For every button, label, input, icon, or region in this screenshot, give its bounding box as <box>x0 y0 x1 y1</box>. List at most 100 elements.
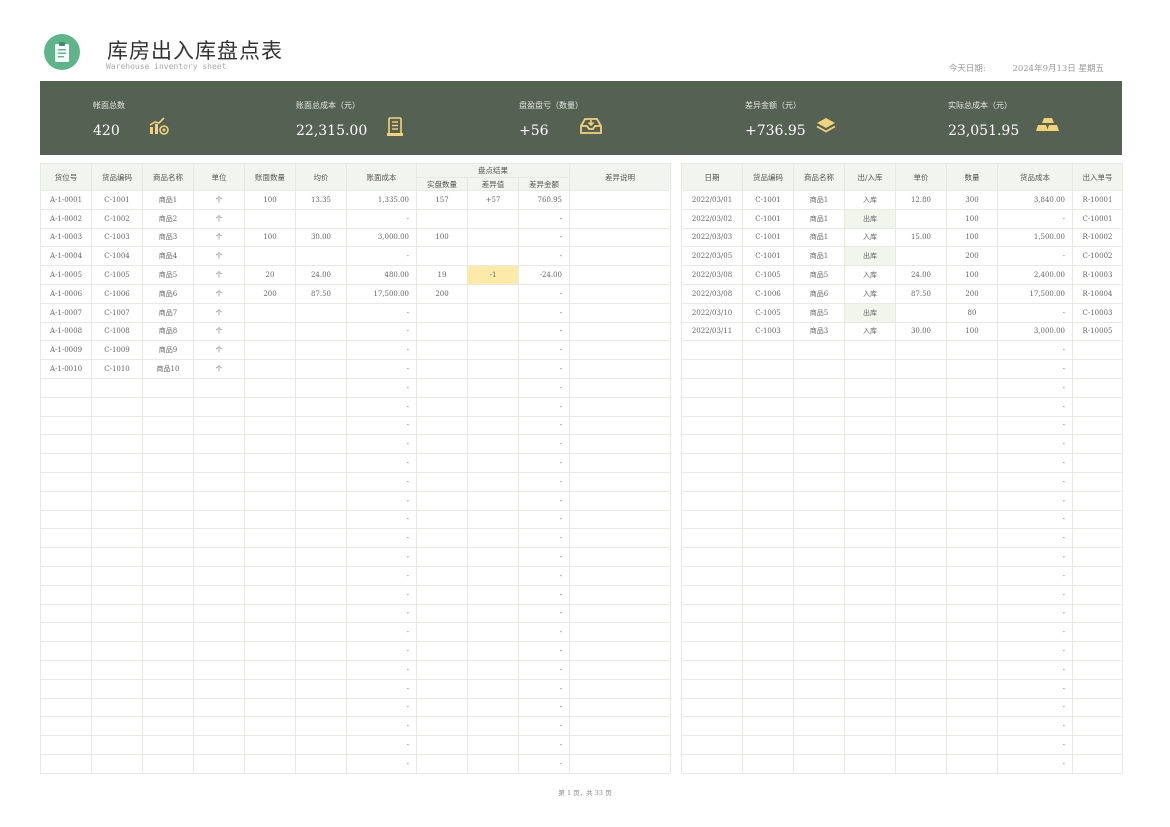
col-actual-qty[interactable]: 实盘数量 <box>416 177 468 191</box>
cell-unit[interactable]: 个 <box>193 208 245 229</box>
cell-unit[interactable] <box>193 735 245 755</box>
cell-diff-qty[interactable]: +57 <box>467 190 519 210</box>
cell-book-qty[interactable]: 20 <box>244 265 296 285</box>
cell-item-name[interactable] <box>142 396 194 417</box>
cell-item-code[interactable] <box>91 528 143 549</box>
cell-diff-note[interactable] <box>569 377 672 398</box>
cell-date[interactable] <box>681 697 743 718</box>
cell-date[interactable] <box>681 641 743 661</box>
col-diff-amount[interactable]: 差异金额 <box>517 177 571 191</box>
cell-actual-qty[interactable] <box>416 716 468 737</box>
cell-avg-price[interactable] <box>295 208 347 229</box>
cell-item-code[interactable]: C-1001 <box>742 190 794 210</box>
cell-item-code[interactable] <box>91 490 143 511</box>
cell-location[interactable] <box>40 753 92 774</box>
cell-item-code[interactable]: C-1006 <box>91 283 143 304</box>
cell-diff-note[interactable] <box>569 753 672 774</box>
cell-avg-price[interactable]: 30.00 <box>295 227 347 248</box>
cell-item-code[interactable] <box>91 735 143 755</box>
cell-item-code[interactable]: C-1006 <box>742 283 794 304</box>
cell-item-name[interactable] <box>793 697 845 718</box>
cell-item-code[interactable] <box>742 659 794 680</box>
cell-book-qty[interactable]: 200 <box>244 283 296 304</box>
cell-order-no[interactable] <box>1072 528 1123 549</box>
cell-order-no[interactable] <box>1072 396 1123 417</box>
cell-book-qty[interactable] <box>244 547 296 567</box>
cell-unit[interactable] <box>193 678 245 699</box>
cell-item-cost[interactable]: - <box>997 434 1073 455</box>
cell-item-code[interactable] <box>91 453 143 473</box>
cell-date[interactable] <box>681 716 743 737</box>
cell-book-qty[interactable] <box>244 565 296 586</box>
cell-item-code[interactable]: C-1001 <box>742 227 794 248</box>
cell-unit-price[interactable] <box>895 735 947 755</box>
cell-item-cost[interactable]: - <box>997 490 1073 511</box>
cell-avg-price[interactable] <box>295 490 347 511</box>
cell-unit-price[interactable] <box>895 377 947 398</box>
cell-location[interactable] <box>40 415 92 436</box>
cell-item-code[interactable]: C-1001 <box>742 208 794 229</box>
cell-diff-amount[interactable]: - <box>517 584 571 605</box>
cell-item-name[interactable]: 商品1 <box>142 190 194 210</box>
cell-order-no[interactable] <box>1072 735 1123 755</box>
cell-location[interactable] <box>40 603 92 624</box>
cell-unit-price[interactable] <box>895 415 947 436</box>
cell-order-no[interactable] <box>1072 359 1123 379</box>
cell-qty[interactable]: 200 <box>946 246 998 267</box>
cell-qty[interactable] <box>946 415 998 436</box>
cell-actual-qty[interactable] <box>416 735 468 755</box>
cell-date[interactable] <box>681 415 743 436</box>
cell-diff-note[interactable] <box>569 359 672 379</box>
cell-item-cost[interactable]: - <box>997 659 1073 680</box>
cell-item-cost[interactable]: - <box>997 246 1073 267</box>
col-item-name[interactable]: 商品名称 <box>142 163 194 191</box>
cell-diff-amount[interactable]: - <box>517 641 571 661</box>
col-qty[interactable]: 数量 <box>946 163 998 191</box>
cell-item-code[interactable] <box>742 340 794 361</box>
cell-item-code[interactable]: C-1009 <box>91 340 143 361</box>
cell-item-name[interactable] <box>142 415 194 436</box>
cell-unit[interactable] <box>193 377 245 398</box>
cell-date[interactable]: 2022/03/10 <box>681 302 743 323</box>
cell-actual-qty[interactable] <box>416 396 468 417</box>
cell-book-cost[interactable]: - <box>346 321 417 342</box>
cell-order-no[interactable] <box>1072 340 1123 361</box>
cell-actual-qty[interactable] <box>416 490 468 511</box>
cell-item-cost[interactable]: - <box>997 359 1073 379</box>
cell-item-name[interactable] <box>793 471 845 492</box>
cell-book-cost[interactable]: - <box>346 678 417 699</box>
cell-order-no[interactable] <box>1072 565 1123 586</box>
cell-item-cost[interactable]: - <box>997 697 1073 718</box>
cell-book-cost[interactable]: 3,000.00 <box>346 227 417 248</box>
cell-diff-amount[interactable]: - <box>517 678 571 699</box>
cell-location[interactable] <box>40 377 92 398</box>
cell-item-cost[interactable]: - <box>997 547 1073 567</box>
cell-item-cost[interactable]: 2,400.00 <box>997 265 1073 285</box>
cell-avg-price[interactable] <box>295 547 347 567</box>
cell-qty[interactable]: 100 <box>946 208 998 229</box>
cell-unit-price[interactable] <box>895 359 947 379</box>
cell-item-code[interactable] <box>742 547 794 567</box>
cell-unit-price[interactable] <box>895 453 947 473</box>
cell-item-cost[interactable]: - <box>997 415 1073 436</box>
col-avg-price[interactable]: 均价 <box>295 163 347 191</box>
cell-order-no[interactable]: R-10003 <box>1072 265 1123 285</box>
cell-book-cost[interactable]: - <box>346 434 417 455</box>
cell-date[interactable] <box>681 565 743 586</box>
cell-item-name[interactable]: 商品1 <box>793 246 845 267</box>
cell-item-name[interactable] <box>793 377 845 398</box>
cell-book-qty[interactable] <box>244 471 296 492</box>
cell-item-name[interactable] <box>142 471 194 492</box>
cell-diff-qty[interactable] <box>467 678 519 699</box>
cell-diff-amount[interactable]: - <box>517 528 571 549</box>
cell-qty[interactable] <box>946 547 998 567</box>
cell-location[interactable] <box>40 678 92 699</box>
cell-unit-price[interactable] <box>895 716 947 737</box>
cell-diff-qty[interactable] <box>467 340 519 361</box>
cell-direction[interactable] <box>844 528 896 549</box>
cell-item-cost[interactable]: - <box>997 396 1073 417</box>
cell-direction[interactable] <box>844 471 896 492</box>
cell-avg-price[interactable] <box>295 415 347 436</box>
cell-book-cost[interactable]: - <box>346 377 417 398</box>
cell-book-qty[interactable] <box>244 415 296 436</box>
